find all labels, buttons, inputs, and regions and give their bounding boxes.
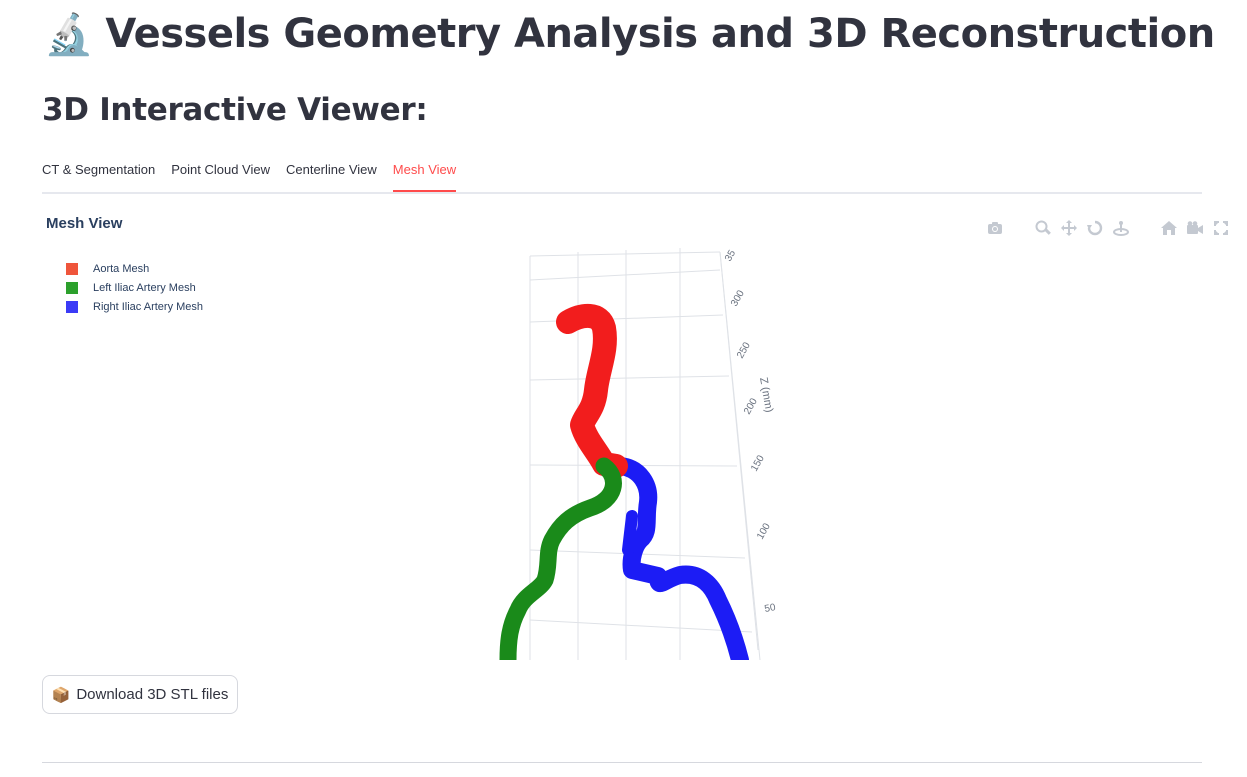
section-title: 3D Interactive Viewer: xyxy=(42,92,428,128)
tab-point-cloud[interactable]: Point Cloud View xyxy=(171,158,270,188)
plot-legend: Aorta Mesh Left Iliac Artery Mesh Right … xyxy=(66,259,203,316)
z-tick-label: 50 xyxy=(764,602,777,615)
page-title-text: Vessels Geometry Analysis and 3D Reconst… xyxy=(105,11,1215,57)
package-icon: 📦 xyxy=(51,686,71,704)
tab-mesh-view[interactable]: Mesh View xyxy=(392,158,457,192)
camera-icon[interactable] xyxy=(986,220,1004,236)
z-tick-label: 35 xyxy=(723,248,738,264)
z-tick-label: 150 xyxy=(749,453,767,473)
legend-label: Left Iliac Artery Mesh xyxy=(93,281,196,294)
camera-reset-icon[interactable] xyxy=(1186,220,1204,236)
legend-item-aorta[interactable]: Aorta Mesh xyxy=(66,259,203,278)
legend-label: Aorta Mesh xyxy=(93,262,150,275)
legend-swatch-left-iliac xyxy=(66,281,78,294)
aorta-mesh xyxy=(556,304,628,478)
legend-swatch-right-iliac xyxy=(66,300,78,313)
microscope-icon: 🔬 xyxy=(44,11,94,58)
divider xyxy=(42,762,1202,763)
mesh-3d-scene[interactable]: 35 300 250 200 150 100 50 Z (mm) xyxy=(490,240,790,660)
legend-item-left-iliac[interactable]: Left Iliac Artery Mesh xyxy=(66,278,203,297)
tab-ct-segmentation[interactable]: CT & Segmentation xyxy=(42,158,155,188)
z-tick-label: 250 xyxy=(735,340,753,360)
z-tick-label: 300 xyxy=(729,288,747,308)
download-stl-label: Download 3D STL files xyxy=(76,686,229,703)
left-iliac-mesh xyxy=(499,457,622,660)
z-tick-label: 200 xyxy=(742,396,760,416)
fullscreen-icon[interactable] xyxy=(1212,220,1230,236)
legend-swatch-aorta xyxy=(66,262,78,275)
turntable-rotate-icon[interactable] xyxy=(1112,220,1130,236)
tab-centerline[interactable]: Centerline View xyxy=(286,158,377,188)
pan-icon[interactable] xyxy=(1060,220,1078,236)
z-tick-label: 100 xyxy=(755,521,773,541)
download-stl-button[interactable]: 📦 Download 3D STL files xyxy=(42,675,238,714)
plot-modebar xyxy=(986,220,1230,236)
home-icon[interactable] xyxy=(1160,220,1178,236)
zoom-icon[interactable] xyxy=(1034,220,1052,236)
page-title: 🔬 Vessels Geometry Analysis and 3D Recon… xyxy=(44,8,1215,60)
orbit-rotate-icon[interactable] xyxy=(1086,220,1104,236)
tab-bar: CT & Segmentation Point Cloud View Cente… xyxy=(42,158,1202,194)
legend-label: Right Iliac Artery Mesh xyxy=(93,300,204,313)
plot-title: Mesh View xyxy=(46,215,123,232)
z-axis-title: Z (mm) xyxy=(757,376,775,413)
legend-item-right-iliac[interactable]: Right Iliac Artery Mesh xyxy=(66,297,203,316)
